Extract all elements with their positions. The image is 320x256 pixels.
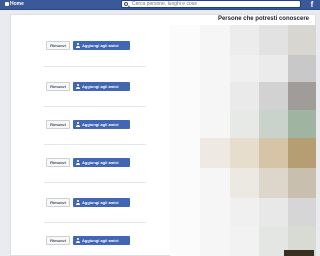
profile-photos-mosaic[interactable]: [170, 25, 316, 256]
search-box[interactable]: [121, 0, 301, 8]
search-input[interactable]: [132, 1, 292, 7]
row-divider: [44, 106, 146, 107]
suggestion-row: Rimuovi Aggiungi agli amici: [46, 197, 141, 207]
add-friend-button[interactable]: Aggiungi agli amici: [73, 41, 130, 50]
photo-tile: [288, 82, 316, 110]
photo-tile: [288, 168, 316, 198]
suggestion-row: Rimuovi Aggiungi agli amici: [46, 40, 141, 50]
person-add-icon: [76, 84, 81, 89]
add-friend-label: Aggiungi agli amici: [82, 122, 119, 127]
photo-tile: [170, 25, 200, 256]
person-add-icon: [76, 200, 81, 205]
row-divider: [44, 144, 146, 145]
person-add-icon: [76, 160, 81, 165]
remove-button[interactable]: Rimuovi: [46, 236, 70, 245]
photo-tile: [200, 138, 230, 168]
add-friend-button[interactable]: Aggiungi agli amici: [73, 198, 130, 207]
panel-title: Persone che potresti conoscere: [217, 16, 309, 22]
photo-tile: [288, 198, 316, 226]
photo-tile: [288, 110, 316, 138]
photo-tile: [288, 25, 316, 55]
photo-tile: [284, 250, 314, 256]
photo-tile: [230, 138, 259, 168]
photo-tile: [259, 25, 288, 55]
remove-button[interactable]: Rimuovi: [46, 120, 70, 129]
suggestion-row: Rimuovi Aggiungi agli amici: [46, 235, 141, 245]
home-label: Home: [10, 1, 24, 7]
top-navigation-bar: Home f: [0, 0, 320, 10]
search-icon[interactable]: [124, 2, 128, 6]
suggestion-row: Rimuovi Aggiungi agli amici: [46, 81, 141, 91]
row-divider: [44, 182, 146, 183]
photo-tile: [259, 110, 288, 138]
add-friend-label: Aggiungi agli amici: [82, 43, 119, 48]
suggestion-row: Rimuovi Aggiungi agli amici: [46, 119, 141, 129]
person-add-icon: [76, 238, 81, 243]
row-divider: [44, 222, 146, 223]
photo-tile: [259, 55, 288, 82]
remove-button[interactable]: Rimuovi: [46, 82, 70, 91]
remove-button[interactable]: Rimuovi: [46, 158, 70, 167]
remove-button[interactable]: Rimuovi: [46, 41, 70, 50]
home-button[interactable]: Home: [3, 1, 26, 8]
photo-tile: [230, 110, 259, 138]
photo-tile: [288, 55, 316, 82]
photo-tile: [259, 138, 288, 168]
facebook-logo[interactable]: f: [308, 0, 316, 9]
photo-tile: [230, 25, 259, 55]
photo-tile: [230, 226, 259, 256]
add-friend-label: Aggiungi agli amici: [82, 84, 119, 89]
remove-button[interactable]: Rimuovi: [46, 198, 70, 207]
photo-tile: [230, 168, 259, 198]
photo-tile: [288, 138, 316, 168]
add-friend-label: Aggiungi agli amici: [82, 238, 119, 243]
photo-tile: [259, 82, 288, 110]
add-friend-button[interactable]: Aggiungi agli amici: [73, 120, 130, 129]
add-friend-label: Aggiungi agli amici: [82, 160, 119, 165]
add-friend-button[interactable]: Aggiungi agli amici: [73, 158, 130, 167]
add-friend-button[interactable]: Aggiungi agli amici: [73, 236, 130, 245]
photo-tile: [259, 168, 288, 198]
person-add-icon: [76, 43, 81, 48]
photo-tile: [230, 82, 259, 110]
home-icon: [5, 1, 9, 6]
add-friend-button[interactable]: Aggiungi agli amici: [73, 82, 130, 91]
suggestion-row: Rimuovi Aggiungi agli amici: [46, 157, 141, 167]
add-friend-label: Aggiungi agli amici: [82, 200, 119, 205]
person-add-icon: [76, 122, 81, 127]
row-divider: [44, 66, 146, 67]
photo-tile: [259, 198, 288, 226]
